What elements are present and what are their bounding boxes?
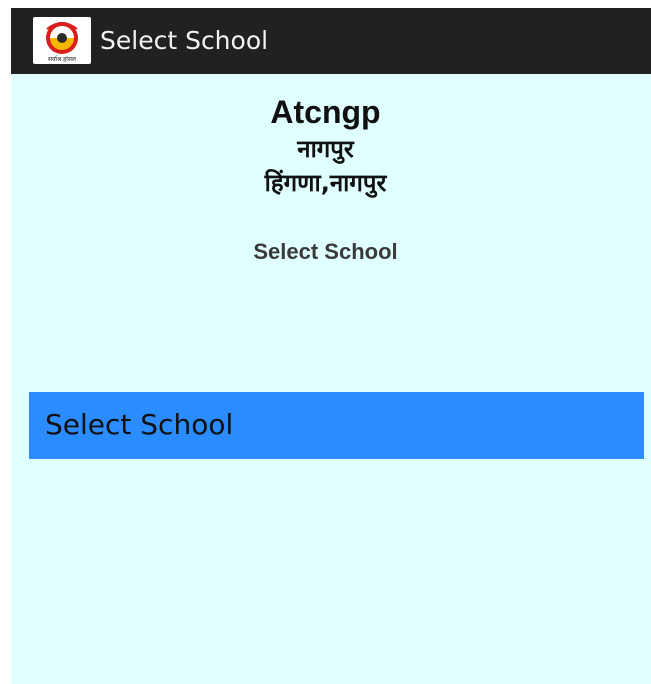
school-name: Atcngp (270, 94, 381, 130)
area-name: हिंगणा,नागपुर (264, 169, 387, 197)
action-bar: सर्वाश्र हांसल Select School (11, 8, 651, 74)
school-header: Atcngp नागपुर हिंगणा,नागपुर (11, 92, 651, 200)
school-spinner-value: Select School (45, 408, 234, 441)
select-school-heading: Select School (253, 239, 398, 264)
action-bar-title: Select School (100, 26, 269, 55)
logo-caption: सर्वाश्र हांसल (48, 55, 77, 63)
app-logo-icon[interactable]: सर्वाश्र हांसल (33, 17, 91, 64)
school-spinner[interactable]: Select School (29, 392, 644, 459)
app-screen: सर्वाश्र हांसल Select School Atcngp नागप… (11, 8, 651, 684)
city-name: नागपुर (297, 135, 354, 163)
